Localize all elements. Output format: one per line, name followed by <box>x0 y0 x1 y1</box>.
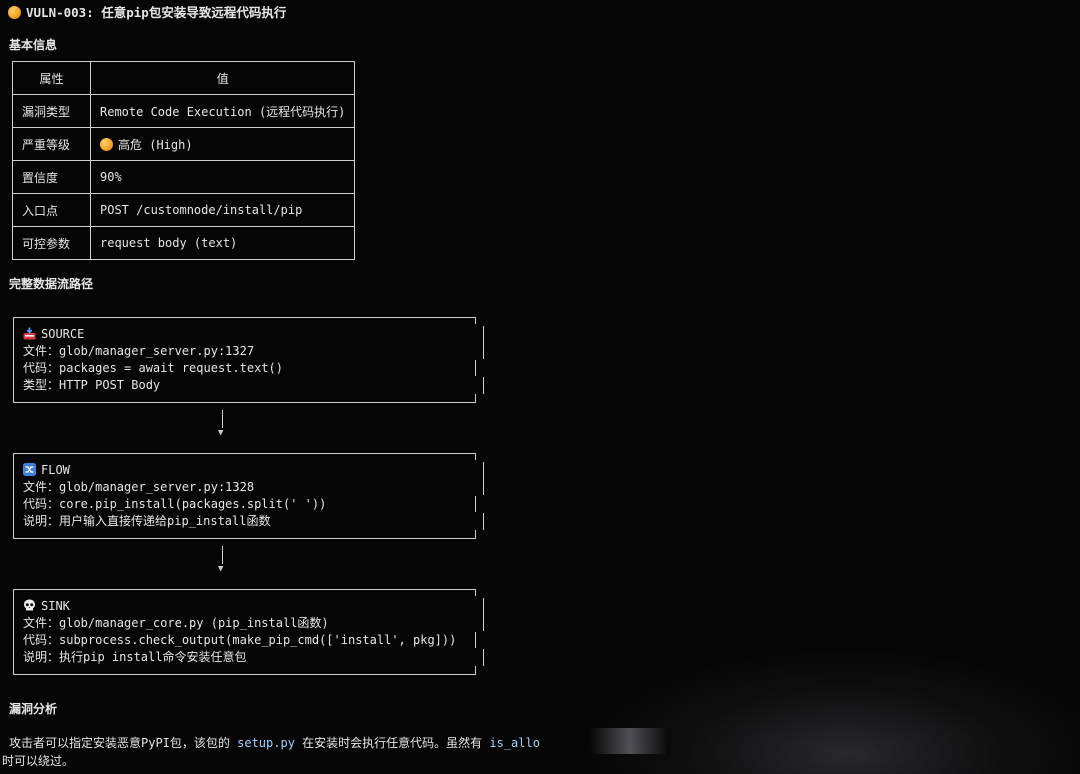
table-row: 严重等级 高危 (High) <box>12 127 356 161</box>
info-table: 属性 值 漏洞类型 Remote Code Execution (远程代码执行)… <box>12 61 356 260</box>
row-value: 高危 (High) <box>89 127 356 161</box>
flow-box-flow: FLOW 文件：glob/manager_server.py:1328 代码：c… <box>13 453 484 539</box>
severity-orb-icon <box>8 6 21 19</box>
severity-text: 高危 (High) <box>118 137 193 152</box>
arrow-down-icon: ▼ <box>218 564 224 574</box>
row-value: request body (text) <box>89 226 356 260</box>
flow-box-line: 代码：packages = await request.text() <box>23 361 283 375</box>
header-attribute: 属性 <box>12 61 91 95</box>
row-value: POST /customnode/install/pip <box>89 193 356 227</box>
flow-box-line: 文件：glob/manager_core.py (pip_install函数) <box>23 616 329 630</box>
arrow-down-icon: ▼ <box>218 428 224 438</box>
row-value: 90% <box>89 160 356 194</box>
vuln-title: VULN-003: 任意pip包安装导致远程代码执行 <box>8 2 286 21</box>
inline-code: setup.py <box>237 736 295 750</box>
inline-code: is_allo <box>489 736 540 750</box>
blur-overlay <box>590 728 670 754</box>
row-key: 入口点 <box>12 193 91 227</box>
table-row: 入口点 POST /customnode/install/pip <box>12 193 356 227</box>
flow-shuffle-icon <box>23 463 36 476</box>
analysis-paragraph-continued: 时可以绕过。 <box>2 754 75 768</box>
info-table-header: 属性 值 <box>12 61 356 95</box>
flow-box-line: 文件：glob/manager_server.py:1328 <box>23 480 255 494</box>
table-row: 可控参数 request body (text) <box>12 226 356 260</box>
severity-orb-icon <box>100 137 113 151</box>
row-key: 置信度 <box>12 160 91 194</box>
analysis-paragraph: 攻击者可以指定安装恶意PyPI包，该包的 setup.py 在安装时会执行任意代… <box>9 735 540 752</box>
blur-overlay <box>560 640 1080 774</box>
header-value: 值 <box>89 61 356 95</box>
flow-box-label: FLOW <box>41 463 70 477</box>
flow-box-line: 文件：glob/manager_server.py:1327 <box>23 344 255 358</box>
table-row: 置信度 90% <box>12 160 356 194</box>
flow-box-line: 代码：subprocess.check_output(make_pip_cmd(… <box>23 633 457 647</box>
flow-box-sink: SINK 文件：glob/manager_core.py (pip_instal… <box>13 589 484 675</box>
analysis-text: 在安装时会执行任意代码。虽然有 <box>294 736 490 750</box>
flow-box-line: 说明：执行pip install命令安装任意包 <box>23 650 247 664</box>
section-heading-basic: 基本信息 <box>9 38 58 52</box>
flow-box-title: SINK <box>23 598 70 615</box>
flow-box-label: SINK <box>41 599 70 613</box>
vuln-title-text: VULN-003: 任意pip包安装导致远程代码执行 <box>26 5 287 20</box>
table-row: 漏洞类型 Remote Code Execution (远程代码执行) <box>12 94 356 128</box>
skull-icon <box>24 599 35 611</box>
section-heading-analysis: 漏洞分析 <box>9 702 58 716</box>
section-heading-flow: 完整数据流路径 <box>9 277 94 291</box>
flow-box-title: FLOW <box>23 462 70 479</box>
source-icon <box>23 327 36 340</box>
flow-box-line: 类型：HTTP POST Body <box>23 378 161 392</box>
row-value: Remote Code Execution (远程代码执行) <box>89 94 356 128</box>
analysis-text: 攻击者可以指定安装恶意PyPI包，该包的 <box>9 736 238 750</box>
flow-box-line: 代码：core.pip_install(packages.split(' ')) <box>23 497 327 511</box>
flow-box-label: SOURCE <box>41 327 85 341</box>
row-key: 严重等级 <box>12 127 91 161</box>
flow-box-source: SOURCE 文件：glob/manager_server.py:1327 代码… <box>13 317 484 403</box>
flow-box-title: SOURCE <box>23 326 84 343</box>
flow-box-line: 说明：用户输入直接传递给pip_install函数 <box>23 514 271 528</box>
row-key: 漏洞类型 <box>12 94 91 128</box>
row-key: 可控参数 <box>12 226 91 260</box>
